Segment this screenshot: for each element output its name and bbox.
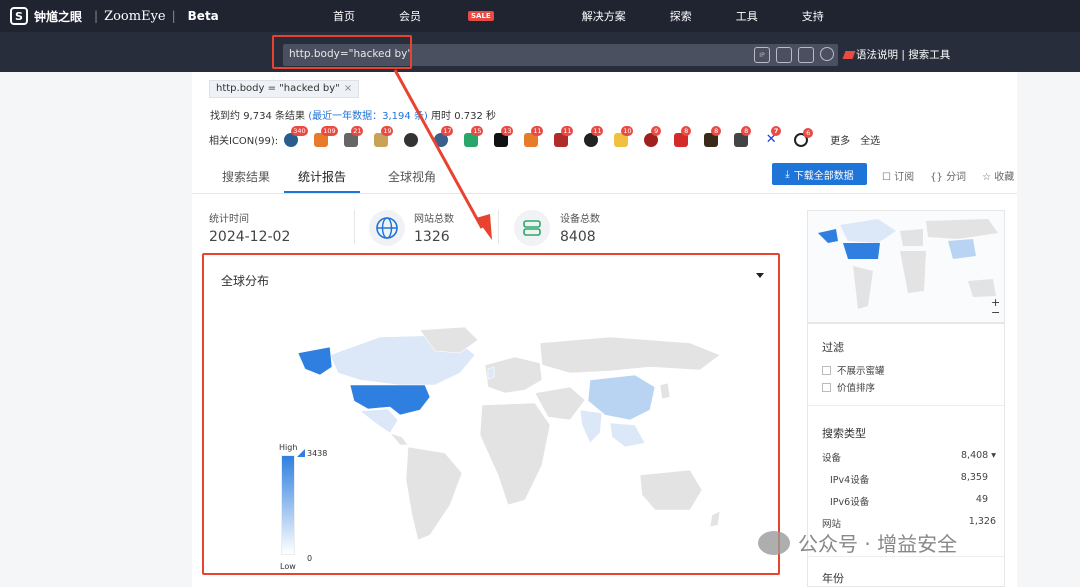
honeypot-label: 不展示蜜罐 bbox=[837, 366, 885, 377]
row-label: IPv6设备 bbox=[830, 497, 870, 508]
watermark-text: 公众号 · 增益安全 bbox=[798, 532, 958, 556]
filter-title: 过滤 bbox=[822, 341, 844, 354]
search-type-row[interactable]: 设备 8,408 ▾ bbox=[822, 450, 996, 464]
row-label: 设备 bbox=[822, 453, 842, 464]
row-label: IPv4设备 bbox=[830, 475, 870, 486]
row-value: 1,326 bbox=[968, 516, 996, 527]
mini-map-svg bbox=[818, 219, 998, 309]
row-value: 8,359 bbox=[960, 472, 988, 483]
value-sort-checkbox[interactable]: 价值排序 bbox=[822, 380, 875, 394]
wechat-icon bbox=[758, 530, 790, 555]
checkbox-box[interactable] bbox=[822, 382, 831, 392]
zoom-out-button[interactable]: − bbox=[991, 307, 1000, 318]
map-zoom-controls: + − bbox=[991, 297, 1000, 318]
row-value: 8,408 ▾ bbox=[961, 450, 996, 461]
honeypot-checkbox[interactable]: 不展示蜜罐 bbox=[822, 363, 885, 377]
search-type-row[interactable]: IPv4设备 8,359 bbox=[830, 472, 988, 486]
row-value: 49 bbox=[975, 494, 988, 505]
watermark: 公众号 · 增益安全 bbox=[758, 528, 957, 557]
page-root: S 钟馗之眼 | ZoomEye | Beta 首页 会员 SALE 解决方案 探… bbox=[0, 0, 1080, 587]
value-sort-label: 价值排序 bbox=[837, 383, 876, 394]
search-type-row[interactable]: IPv6设备 49 bbox=[830, 494, 988, 508]
search-type-title: 搜索类型 bbox=[822, 427, 866, 440]
year-title: 年份 bbox=[822, 572, 844, 585]
checkbox-box[interactable] bbox=[822, 365, 831, 375]
mini-map[interactable] bbox=[807, 210, 1005, 323]
filter-divider bbox=[808, 405, 1004, 406]
